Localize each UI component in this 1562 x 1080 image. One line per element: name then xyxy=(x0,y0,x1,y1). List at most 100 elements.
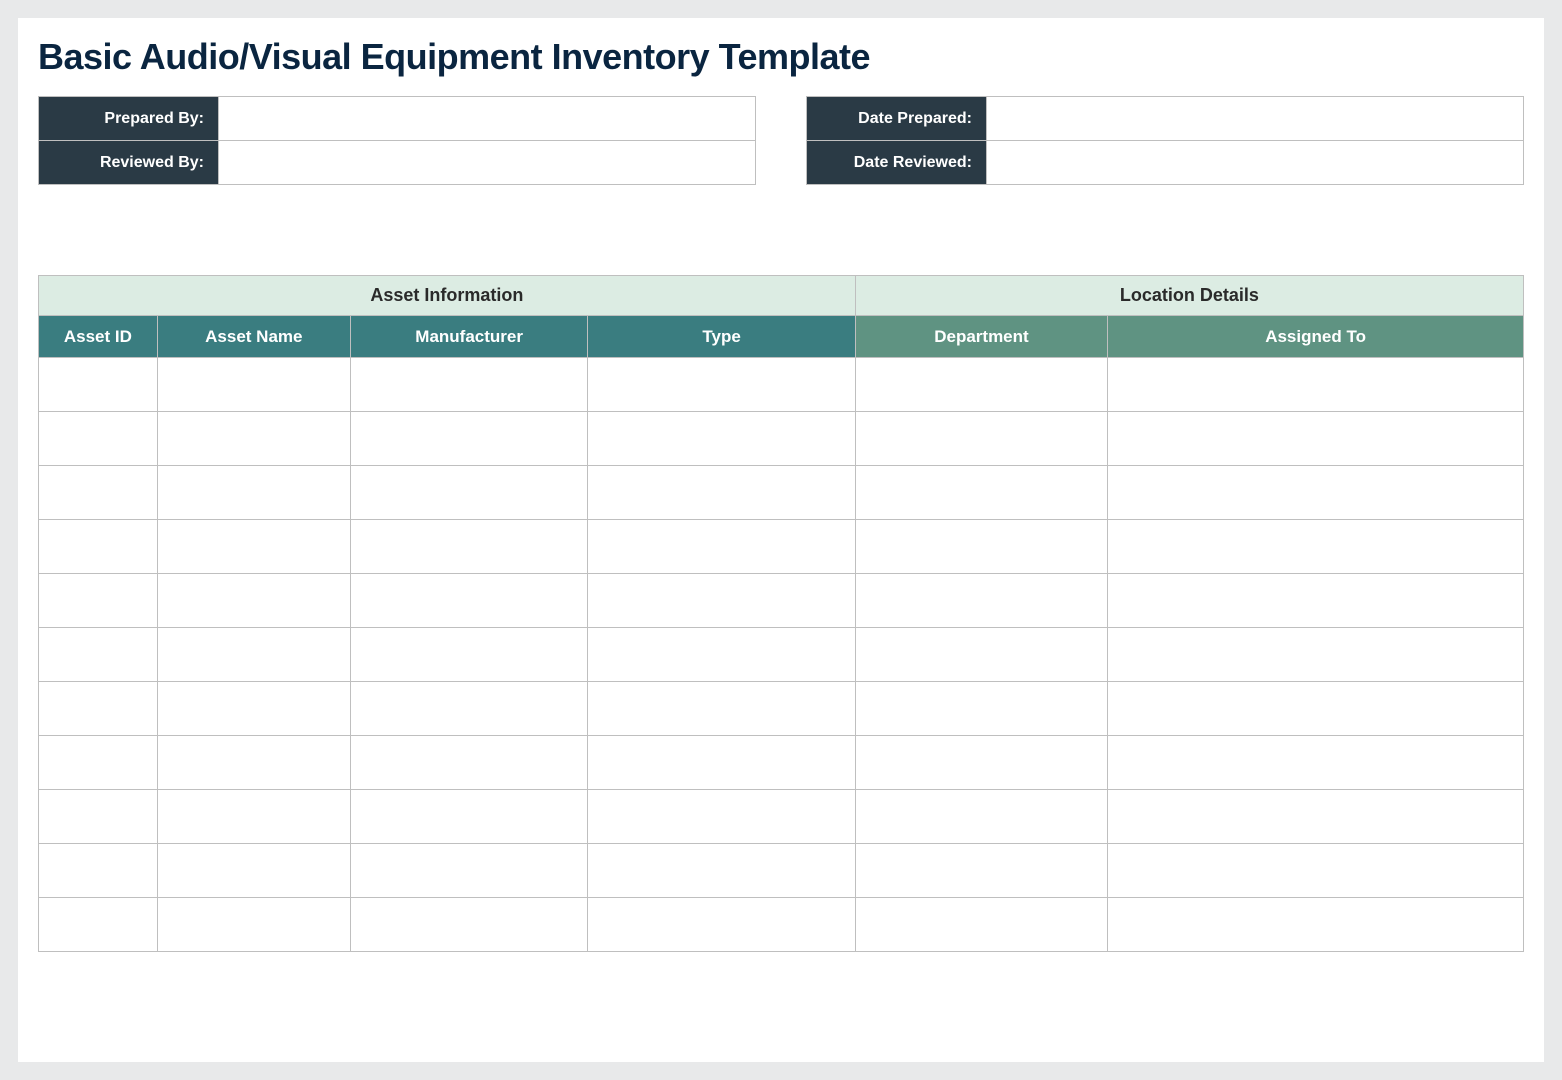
cell-department[interactable] xyxy=(855,520,1107,574)
cell-type[interactable] xyxy=(588,898,855,952)
cell-type[interactable] xyxy=(588,412,855,466)
column-header-row: Asset ID Asset Name Manufacturer Type De… xyxy=(39,316,1524,358)
cell-asset-id[interactable] xyxy=(39,358,158,412)
cell-type[interactable] xyxy=(588,628,855,682)
cell-manufacturer[interactable] xyxy=(350,628,588,682)
cell-manufacturer[interactable] xyxy=(350,790,588,844)
table-row xyxy=(39,412,1524,466)
cell-department[interactable] xyxy=(855,358,1107,412)
table-row xyxy=(39,682,1524,736)
cell-manufacturer[interactable] xyxy=(350,412,588,466)
cell-department[interactable] xyxy=(855,682,1107,736)
cell-asset-id[interactable] xyxy=(39,898,158,952)
table-row xyxy=(39,574,1524,628)
cell-asset-id[interactable] xyxy=(39,790,158,844)
cell-asset-name[interactable] xyxy=(157,736,350,790)
cell-asset-name[interactable] xyxy=(157,682,350,736)
cell-asset-id[interactable] xyxy=(39,682,158,736)
meta-block-left: Prepared By: Reviewed By: xyxy=(38,96,756,185)
cell-assigned-to[interactable] xyxy=(1108,358,1524,412)
date-prepared-value[interactable] xyxy=(987,97,1524,141)
cell-department[interactable] xyxy=(855,628,1107,682)
cell-manufacturer[interactable] xyxy=(350,736,588,790)
cell-type[interactable] xyxy=(588,466,855,520)
cell-type[interactable] xyxy=(588,358,855,412)
reviewed-by-label: Reviewed By: xyxy=(39,141,219,185)
table-row xyxy=(39,358,1524,412)
prepared-by-value[interactable] xyxy=(219,97,756,141)
inventory-table: Asset Information Location Details Asset… xyxy=(38,275,1524,952)
cell-type[interactable] xyxy=(588,574,855,628)
table-row xyxy=(39,520,1524,574)
cell-manufacturer[interactable] xyxy=(350,466,588,520)
cell-asset-id[interactable] xyxy=(39,574,158,628)
col-manufacturer: Manufacturer xyxy=(350,316,588,358)
cell-manufacturer[interactable] xyxy=(350,682,588,736)
col-asset-id: Asset ID xyxy=(39,316,158,358)
cell-asset-name[interactable] xyxy=(157,898,350,952)
cell-department[interactable] xyxy=(855,790,1107,844)
cell-asset-name[interactable] xyxy=(157,358,350,412)
col-type: Type xyxy=(588,316,855,358)
meta-section: Prepared By: Reviewed By: Date Prepared:… xyxy=(38,96,1524,185)
cell-assigned-to[interactable] xyxy=(1108,898,1524,952)
date-prepared-label: Date Prepared: xyxy=(807,97,987,141)
col-department: Department xyxy=(855,316,1107,358)
cell-asset-name[interactable] xyxy=(157,412,350,466)
reviewed-by-value[interactable] xyxy=(219,141,756,185)
cell-assigned-to[interactable] xyxy=(1108,466,1524,520)
cell-asset-id[interactable] xyxy=(39,412,158,466)
cell-asset-name[interactable] xyxy=(157,790,350,844)
cell-assigned-to[interactable] xyxy=(1108,844,1524,898)
cell-manufacturer[interactable] xyxy=(350,574,588,628)
cell-asset-name[interactable] xyxy=(157,628,350,682)
cell-department[interactable] xyxy=(855,574,1107,628)
cell-type[interactable] xyxy=(588,790,855,844)
cell-department[interactable] xyxy=(855,412,1107,466)
cell-manufacturer[interactable] xyxy=(350,520,588,574)
cell-assigned-to[interactable] xyxy=(1108,412,1524,466)
cell-department[interactable] xyxy=(855,844,1107,898)
cell-department[interactable] xyxy=(855,898,1107,952)
cell-manufacturer[interactable] xyxy=(350,898,588,952)
cell-asset-name[interactable] xyxy=(157,574,350,628)
page-title: Basic Audio/Visual Equipment Inventory T… xyxy=(38,36,1524,78)
cell-manufacturer[interactable] xyxy=(350,358,588,412)
cell-assigned-to[interactable] xyxy=(1108,790,1524,844)
meta-block-right: Date Prepared: Date Reviewed: xyxy=(806,96,1524,185)
cell-asset-name[interactable] xyxy=(157,520,350,574)
table-row xyxy=(39,844,1524,898)
table-row xyxy=(39,898,1524,952)
date-reviewed-label: Date Reviewed: xyxy=(807,141,987,185)
cell-asset-id[interactable] xyxy=(39,844,158,898)
cell-assigned-to[interactable] xyxy=(1108,520,1524,574)
cell-assigned-to[interactable] xyxy=(1108,574,1524,628)
meta-table-right: Date Prepared: Date Reviewed: xyxy=(806,96,1524,185)
cell-asset-id[interactable] xyxy=(39,466,158,520)
cell-asset-id[interactable] xyxy=(39,736,158,790)
group-location-details: Location Details xyxy=(855,276,1523,316)
cell-department[interactable] xyxy=(855,466,1107,520)
cell-type[interactable] xyxy=(588,682,855,736)
cell-type[interactable] xyxy=(588,520,855,574)
col-assigned-to: Assigned To xyxy=(1108,316,1524,358)
cell-assigned-to[interactable] xyxy=(1108,682,1524,736)
table-row xyxy=(39,628,1524,682)
cell-asset-name[interactable] xyxy=(157,466,350,520)
group-header-row: Asset Information Location Details xyxy=(39,276,1524,316)
cell-type[interactable] xyxy=(588,736,855,790)
cell-type[interactable] xyxy=(588,844,855,898)
cell-asset-name[interactable] xyxy=(157,844,350,898)
cell-asset-id[interactable] xyxy=(39,520,158,574)
date-reviewed-value[interactable] xyxy=(987,141,1524,185)
cell-asset-id[interactable] xyxy=(39,628,158,682)
table-row xyxy=(39,736,1524,790)
meta-table-left: Prepared By: Reviewed By: xyxy=(38,96,756,185)
cell-assigned-to[interactable] xyxy=(1108,736,1524,790)
cell-department[interactable] xyxy=(855,736,1107,790)
cell-assigned-to[interactable] xyxy=(1108,628,1524,682)
group-asset-info: Asset Information xyxy=(39,276,856,316)
prepared-by-label: Prepared By: xyxy=(39,97,219,141)
inventory-body xyxy=(39,358,1524,952)
cell-manufacturer[interactable] xyxy=(350,844,588,898)
